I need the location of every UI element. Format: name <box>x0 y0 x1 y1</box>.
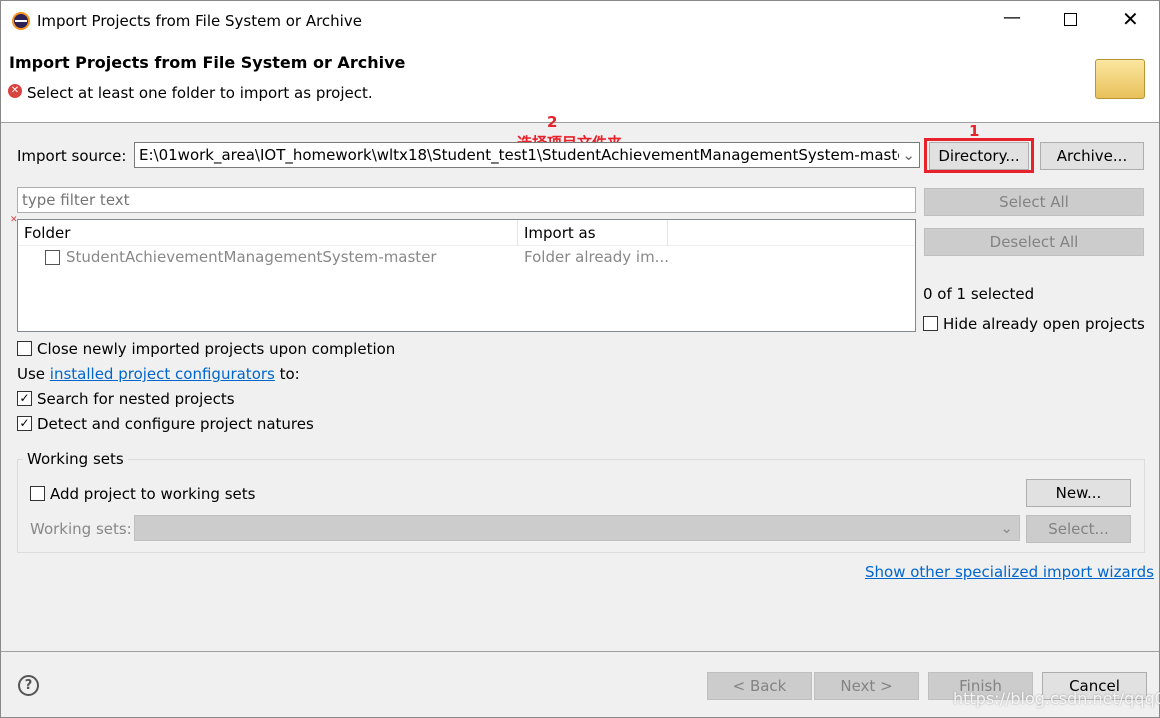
working-sets-label: Working sets: <box>30 520 132 538</box>
nested-label: Search for nested projects <box>37 390 235 408</box>
other-wizards-link[interactable]: Show other specialized import wizards <box>865 563 1154 581</box>
back-button[interactable]: < Back <box>707 672 812 700</box>
table-error-marker: ✕ <box>10 215 18 225</box>
row-checkbox[interactable] <box>45 250 60 265</box>
table-row[interactable]: StudentAchievementManagementSystem-maste… <box>18 246 915 270</box>
archive-button[interactable]: Archive... <box>1040 142 1144 170</box>
maximize-button[interactable] <box>1064 13 1077 26</box>
import-source-combo[interactable]: E:\01work_area\IOT_homework\wltx18\Stude… <box>134 142 920 168</box>
annotation-2: 2 <box>547 113 558 131</box>
new-button[interactable]: New... <box>1026 479 1131 507</box>
selection-count: 0 of 1 selected <box>923 285 1035 303</box>
next-button[interactable]: Next > <box>814 672 919 700</box>
page-title: Import Projects from File System or Arch… <box>9 53 406 72</box>
select-all-button[interactable]: Select All <box>924 188 1144 216</box>
working-sets-group-label: Working sets <box>23 450 128 468</box>
folder-icon <box>1095 59 1145 99</box>
working-sets-combo[interactable]: ⌄ <box>134 515 1020 541</box>
minimize-button[interactable]: — <box>1003 7 1021 28</box>
column-import-as[interactable]: Import as <box>524 224 596 242</box>
column-folder[interactable]: Folder <box>24 224 70 242</box>
add-working-sets-checkbox[interactable] <box>30 486 45 501</box>
use-configurators-text: Use installed project configurators to: <box>17 365 300 383</box>
chevron-down-icon: ⌄ <box>1000 519 1013 537</box>
folder-table[interactable]: Folder Import as StudentAchievementManag… <box>17 219 916 332</box>
row-folder: StudentAchievementManagementSystem-maste… <box>66 248 437 266</box>
watermark: https://blog.csdn.net/qqq080 <box>953 689 1160 708</box>
annotation-highlight-box <box>924 138 1034 173</box>
use-suffix: to: <box>274 365 300 383</box>
eclipse-icon <box>12 12 30 30</box>
filter-input[interactable] <box>17 187 916 213</box>
close-button[interactable]: ✕ <box>1122 7 1139 31</box>
close-new-label: Close newly imported projects upon compl… <box>37 340 396 358</box>
hide-open-checkbox[interactable] <box>923 316 938 331</box>
title-bar: Import Projects from File System or Arch… <box>1 1 1159 41</box>
configurators-link[interactable]: installed project configurators <box>50 365 275 383</box>
table-header: Folder Import as <box>18 220 915 246</box>
add-working-sets-label: Add project to working sets <box>50 485 256 503</box>
footer-separator <box>1 651 1159 652</box>
row-import-as: Folder already im... <box>524 248 669 266</box>
window-title: Import Projects from File System or Arch… <box>37 12 362 30</box>
detect-label: Detect and configure project natures <box>37 415 314 433</box>
use-prefix: Use <box>17 365 50 383</box>
chevron-down-icon: ⌄ <box>899 143 915 167</box>
wizard-header: Import Projects from File System or Arch… <box>1 41 1159 123</box>
error-icon: ✕ <box>8 84 22 98</box>
deselect-all-button[interactable]: Deselect All <box>924 228 1144 256</box>
import-source-label: Import source: <box>17 147 127 165</box>
select-working-sets-button[interactable]: Select... <box>1026 515 1131 543</box>
hide-open-label: Hide already open projects <box>943 315 1145 333</box>
import-source-value: E:\01work_area\IOT_homework\wltx18\Stude… <box>139 146 913 164</box>
nested-checkbox[interactable]: ✓ <box>17 391 32 406</box>
help-icon[interactable]: ? <box>18 675 39 696</box>
detect-checkbox[interactable]: ✓ <box>17 416 32 431</box>
close-new-checkbox[interactable] <box>17 341 32 356</box>
error-message: Select at least one folder to import as … <box>27 84 373 102</box>
